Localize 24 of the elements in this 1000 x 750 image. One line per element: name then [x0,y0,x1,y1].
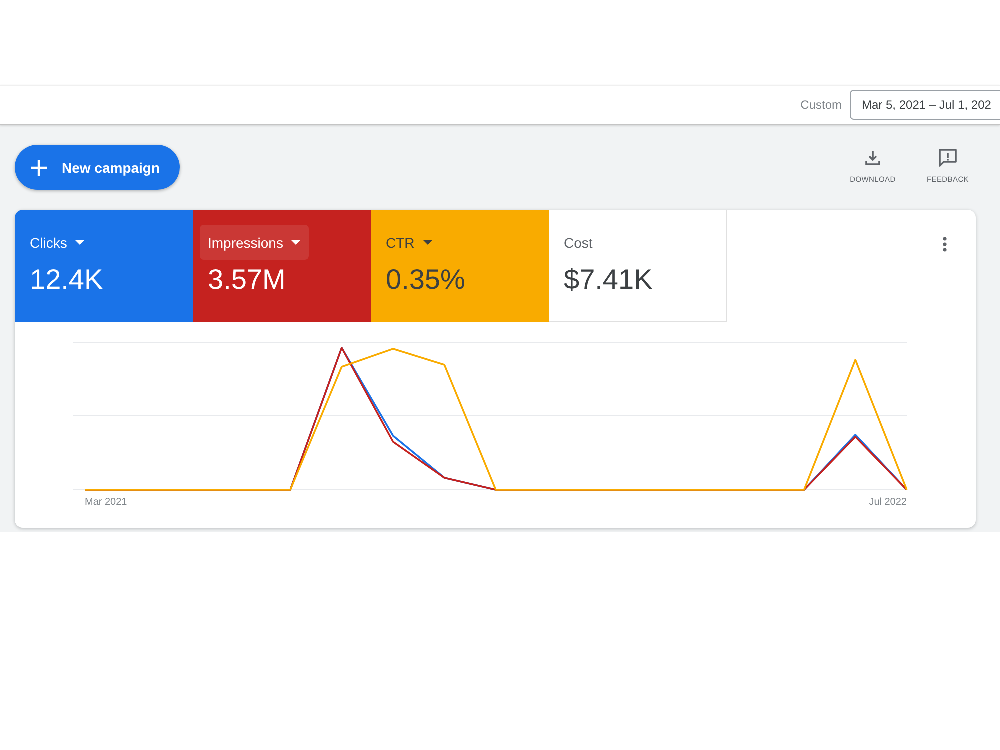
caret-icon [75,240,86,245]
metric-selector[interactable]: Impressions [200,225,310,260]
metric-value: $7.41K [563,263,654,297]
caret-icon [422,240,433,245]
range-label: Custom [800,98,842,112]
metric-value: 12.4K [29,263,104,297]
metric-tile[interactable]: Clicks 12.4K [15,210,193,322]
axis-label: Jul 2022 [869,497,907,508]
caret-icon [291,240,302,245]
plus-icon [31,160,47,176]
metric-selector[interactable]: Clicks [22,225,94,260]
axis-label: Mar 2021 [85,497,128,508]
metric-value: 3.57M [207,263,287,297]
metric-tile[interactable]: Impressions 3.57M [193,210,371,322]
download-icon [865,150,881,166]
metric-selector[interactable]: CTR [378,225,441,260]
metric-tile[interactable]: CTR 0.35% [371,210,549,322]
date-range-field[interactable]: Mar 5, 2021 – Jul 1, 202 [850,90,1000,120]
metric-tile[interactable]: Cost $7.41K [549,210,727,322]
more-options-icon [943,236,947,252]
metric-value: 0.35% [385,263,466,297]
new-campaign-button[interactable]: New campaign [15,145,180,190]
feedback-icon [939,149,957,167]
metric-label: Cost [563,234,594,252]
